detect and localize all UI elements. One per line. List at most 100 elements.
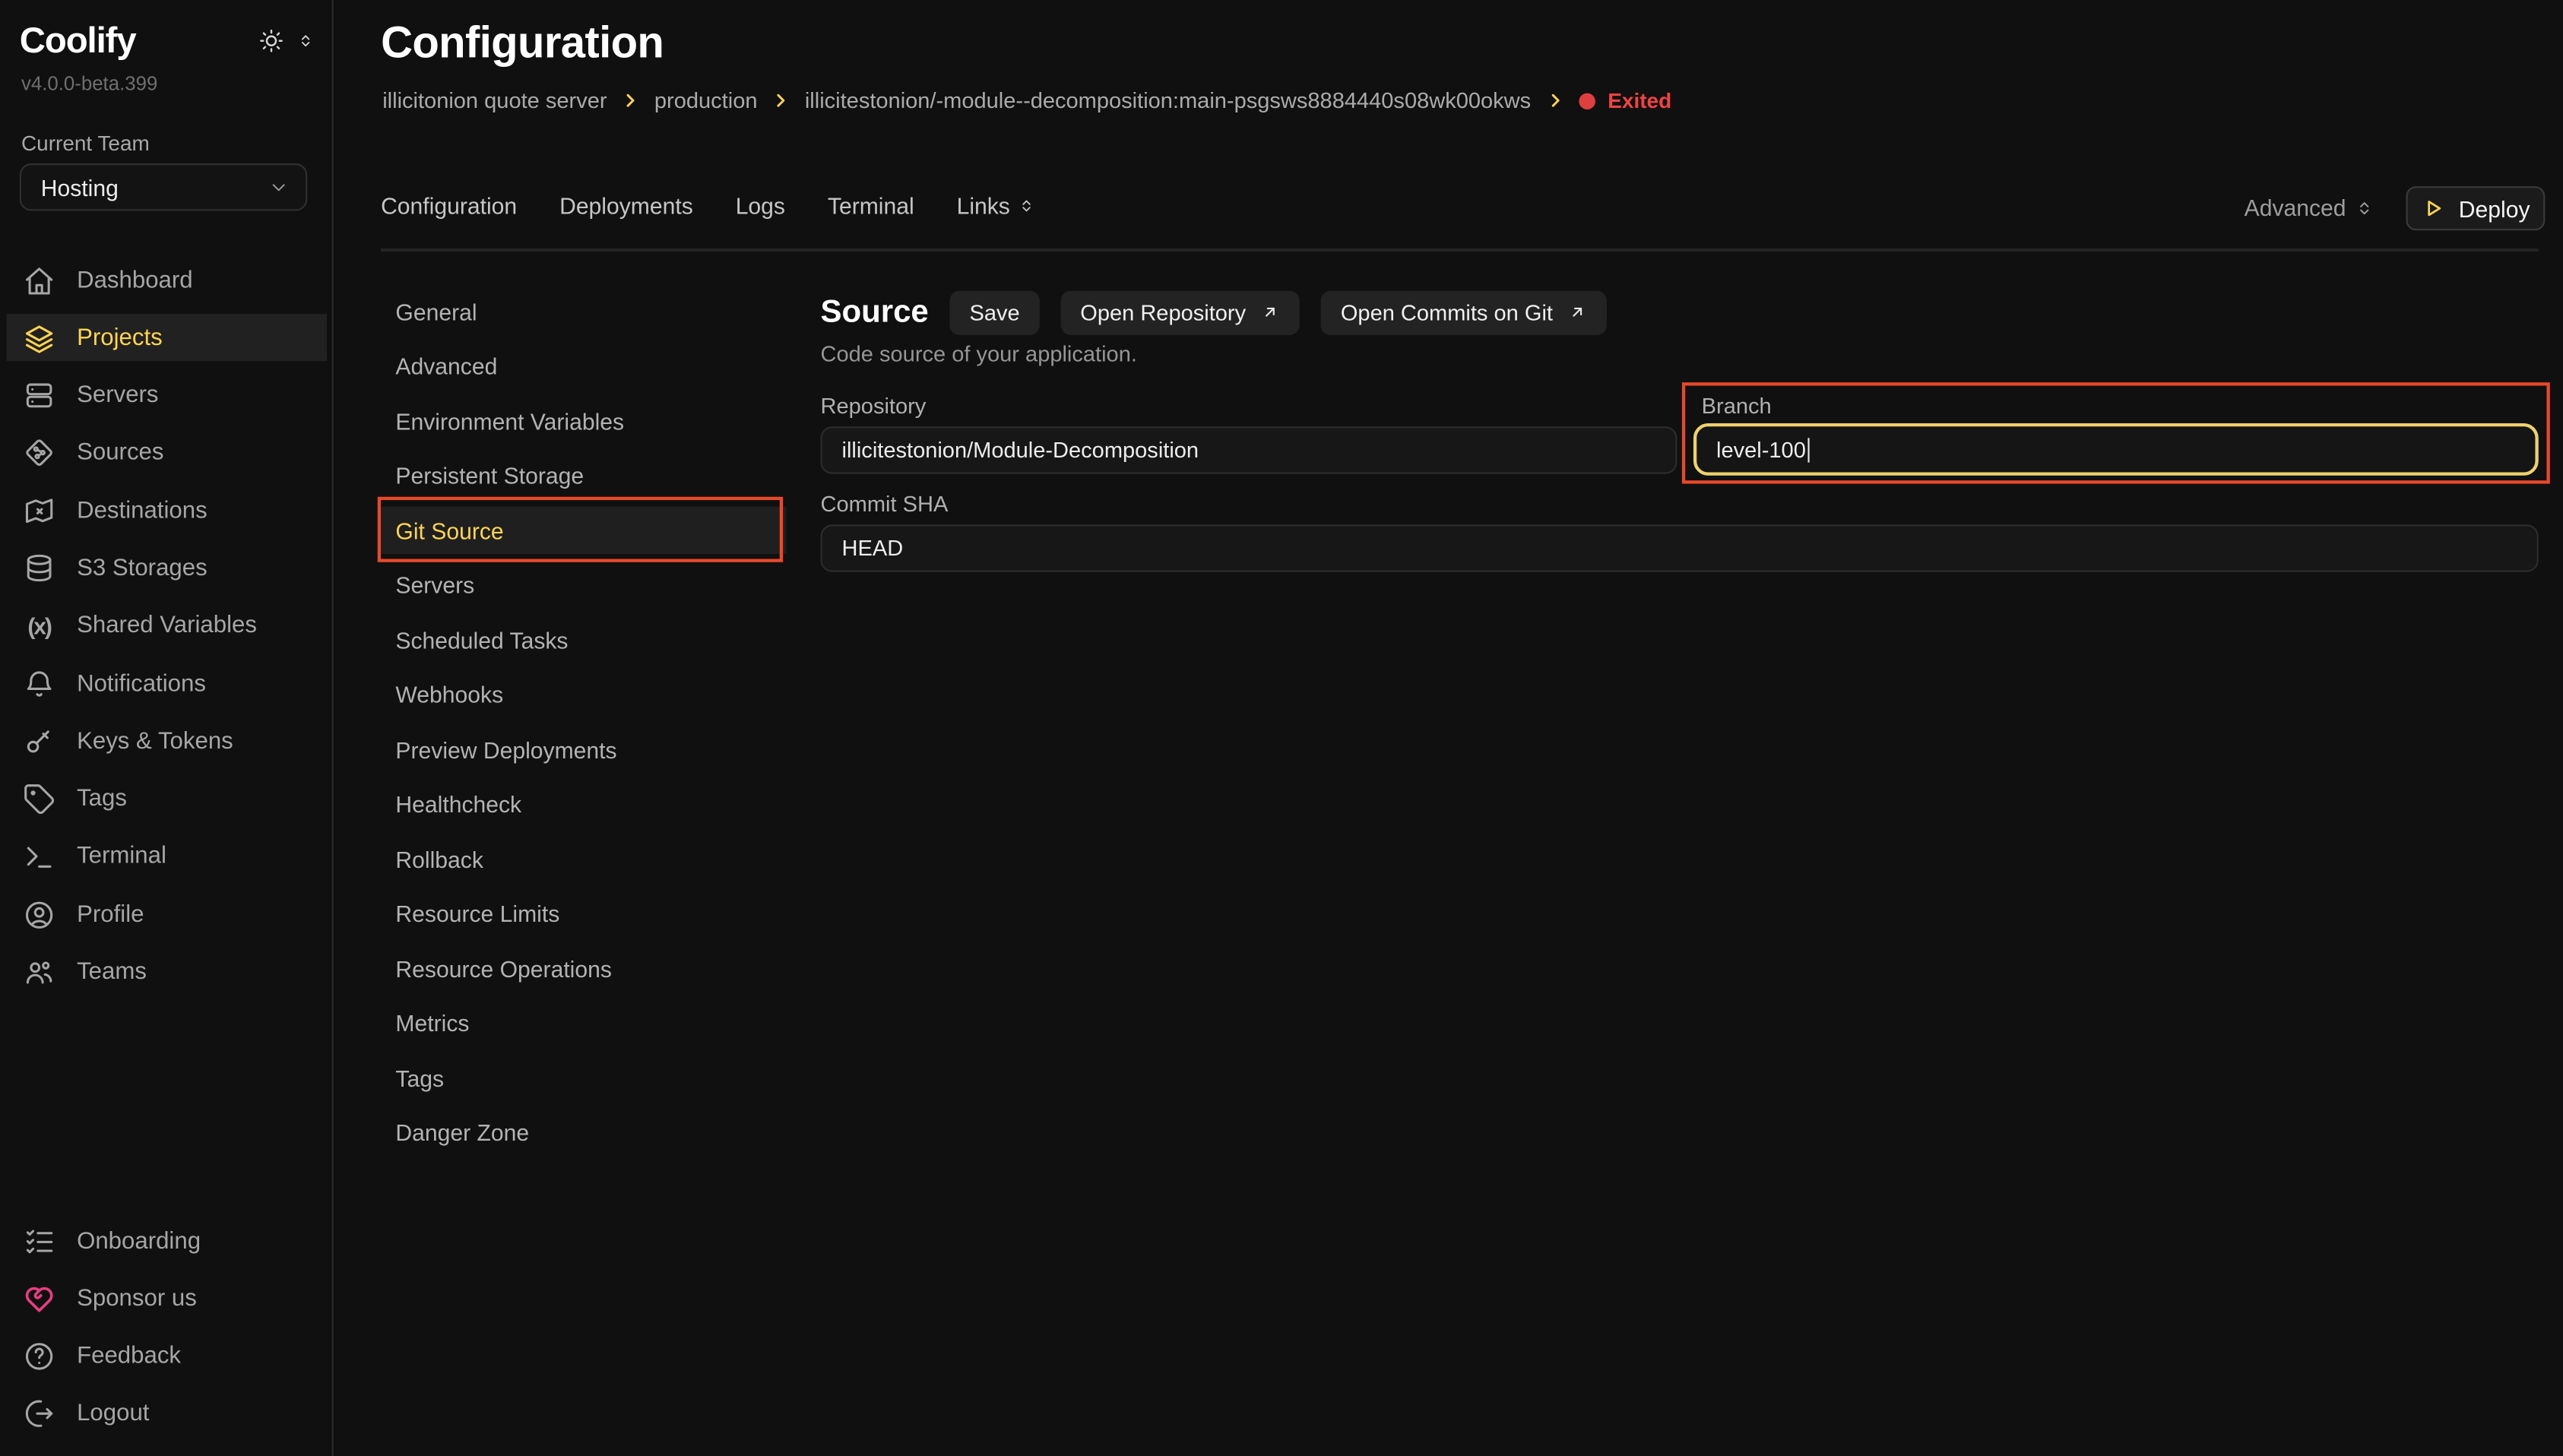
text-cursor (1807, 437, 1810, 461)
sun-icon[interactable] (258, 28, 284, 54)
breadcrumb-project[interactable]: illicitonion quote server (382, 88, 607, 112)
sidebar-item-projects[interactable]: Projects (7, 315, 327, 362)
repository-label: Repository (821, 394, 927, 418)
tag-icon (23, 783, 55, 815)
terminal-icon (23, 840, 55, 873)
chevron-down-icon (268, 176, 290, 198)
chevron-right-icon (622, 91, 640, 109)
config-subnav: General Advanced Environment Variables P… (381, 287, 786, 1163)
users-icon (23, 956, 55, 989)
home-icon (23, 264, 55, 296)
sidebar-item-shared-variables[interactable]: (x) Shared Variables (7, 603, 327, 650)
sidebar-item-destinations[interactable]: Destinations (7, 487, 327, 534)
status-dot-icon (1579, 93, 1595, 109)
tab-links[interactable]: Links (957, 193, 1037, 219)
chevrons-up-down-icon (1016, 196, 1036, 216)
tab-logs[interactable]: Logs (736, 193, 785, 219)
chevron-right-icon (1546, 91, 1564, 109)
subnav-item-servers[interactable]: Servers (381, 562, 786, 609)
sidebar-item-feedback[interactable]: Feedback (7, 1333, 327, 1380)
sidebar-item-dashboard[interactable]: Dashboard (7, 257, 327, 304)
advanced-menu[interactable]: Advanced (2245, 195, 2376, 220)
sidebar-item-profile[interactable]: Profile (7, 891, 327, 938)
subnav-item-healthcheck[interactable]: Healthcheck (381, 780, 786, 828)
play-icon (2421, 196, 2445, 220)
page-title: Configuration (381, 18, 664, 69)
header-divider (381, 248, 2539, 252)
deploy-button[interactable]: Deploy (2406, 186, 2546, 230)
sidebar-item-notifications[interactable]: Notifications (7, 660, 327, 707)
subnav-item-webhooks[interactable]: Webhooks (381, 671, 786, 718)
sidebar-footer-nav: Onboarding Sponsor us Feedback Logout (0, 1217, 334, 1448)
database-icon (23, 552, 55, 585)
sidebar-item-s3-storages[interactable]: S3 Storages (7, 545, 327, 592)
coolify-app: Coolify v4.0.0-beta.399 Current Team Hos… (0, 0, 2563, 1456)
sidebar-item-keys-tokens[interactable]: Keys & Tokens (7, 718, 327, 765)
git-source-icon (23, 437, 55, 470)
bell-icon (23, 668, 55, 701)
source-title: Source (821, 293, 929, 331)
subnav-item-resource-operations[interactable]: Resource Operations (381, 945, 786, 992)
sidebar-item-terminal[interactable]: Terminal (7, 834, 327, 881)
variable-icon: (x) (23, 610, 55, 643)
subnav-item-rollback[interactable]: Rollback (381, 835, 786, 882)
help-icon (23, 1340, 55, 1373)
status-label: Exited (1608, 88, 1671, 112)
commit-sha-input[interactable]: HEAD (821, 524, 2539, 571)
app-version: v4.0.0-beta.399 (21, 72, 157, 95)
subnav-item-preview-deployments[interactable]: Preview Deployments (381, 726, 786, 773)
breadcrumb: illicitonion quote server production ill… (382, 88, 1671, 112)
open-commits-button[interactable]: Open Commits on Git (1321, 290, 1607, 334)
chevrons-up-down-icon[interactable] (296, 31, 315, 51)
chevron-right-icon (772, 91, 790, 109)
key-icon (23, 726, 55, 758)
subnav-item-danger-zone[interactable]: Danger Zone (381, 1109, 786, 1156)
sidebar-item-onboarding[interactable]: Onboarding (7, 1217, 327, 1265)
tab-bar: Configuration Deployments Logs Terminal … (381, 193, 1036, 219)
subnav-item-git-source[interactable]: Git Source (381, 507, 786, 554)
branch-label: Branch (1702, 394, 1772, 418)
subnav-item-advanced[interactable]: Advanced (381, 343, 786, 390)
source-description: Code source of your application. (821, 341, 1137, 366)
subnav-item-scheduled-tasks[interactable]: Scheduled Tasks (381, 616, 786, 663)
current-team-label: Current Team (21, 131, 150, 155)
tab-terminal[interactable]: Terminal (828, 193, 914, 219)
server-icon (23, 379, 55, 412)
tab-deployments[interactable]: Deployments (559, 193, 693, 219)
chevrons-up-down-icon (2354, 197, 2375, 218)
sidebar-item-logout[interactable]: Logout (7, 1391, 327, 1438)
commit-sha-label: Commit SHA (821, 492, 949, 516)
arrow-up-right-icon (1260, 302, 1280, 322)
layers-icon (23, 321, 55, 354)
sidebar-item-sponsor-us[interactable]: Sponsor us (7, 1275, 327, 1322)
tab-configuration[interactable]: Configuration (381, 193, 517, 219)
team-select[interactable]: Hosting (20, 163, 307, 210)
logo-row: Coolify (20, 20, 315, 62)
logout-icon (23, 1398, 55, 1431)
save-button[interactable]: Save (950, 290, 1040, 334)
heart-icon (23, 1283, 55, 1315)
app-logo: Coolify (20, 20, 136, 62)
branch-input[interactable]: level-100 (1693, 423, 2539, 476)
sidebar-item-sources[interactable]: Sources (7, 429, 327, 476)
sidebar-item-teams[interactable]: Teams (7, 948, 327, 995)
source-header: Source Save Open Repository Open Commits… (821, 290, 1607, 335)
breadcrumb-environment[interactable]: production (654, 88, 758, 112)
checklist-icon (23, 1225, 55, 1258)
subnav-item-general[interactable]: General (381, 287, 786, 334)
open-repository-button[interactable]: Open Repository (1060, 290, 1300, 334)
map-icon (23, 495, 55, 527)
subnav-item-environment-variables[interactable]: Environment Variables (381, 397, 786, 445)
repository-input[interactable]: illicitestonion/Module-Decomposition (821, 426, 1678, 473)
subnav-item-metrics[interactable]: Metrics (381, 999, 786, 1046)
user-icon (23, 898, 55, 931)
subnav-item-tags[interactable]: Tags (381, 1054, 786, 1101)
subnav-item-resource-limits[interactable]: Resource Limits (381, 890, 786, 937)
sidebar-item-tags[interactable]: Tags (7, 776, 327, 823)
sidebar-nav: Dashboard Projects Servers Sources Desti… (0, 257, 334, 1007)
sidebar: Coolify v4.0.0-beta.399 Current Team Hos… (0, 0, 334, 1456)
breadcrumb-application[interactable]: illicitestonion/-module--decomposition:m… (805, 88, 1531, 112)
theme-switcher[interactable] (258, 28, 315, 54)
sidebar-item-servers[interactable]: Servers (7, 372, 327, 419)
subnav-item-persistent-storage[interactable]: Persistent Storage (381, 452, 786, 499)
